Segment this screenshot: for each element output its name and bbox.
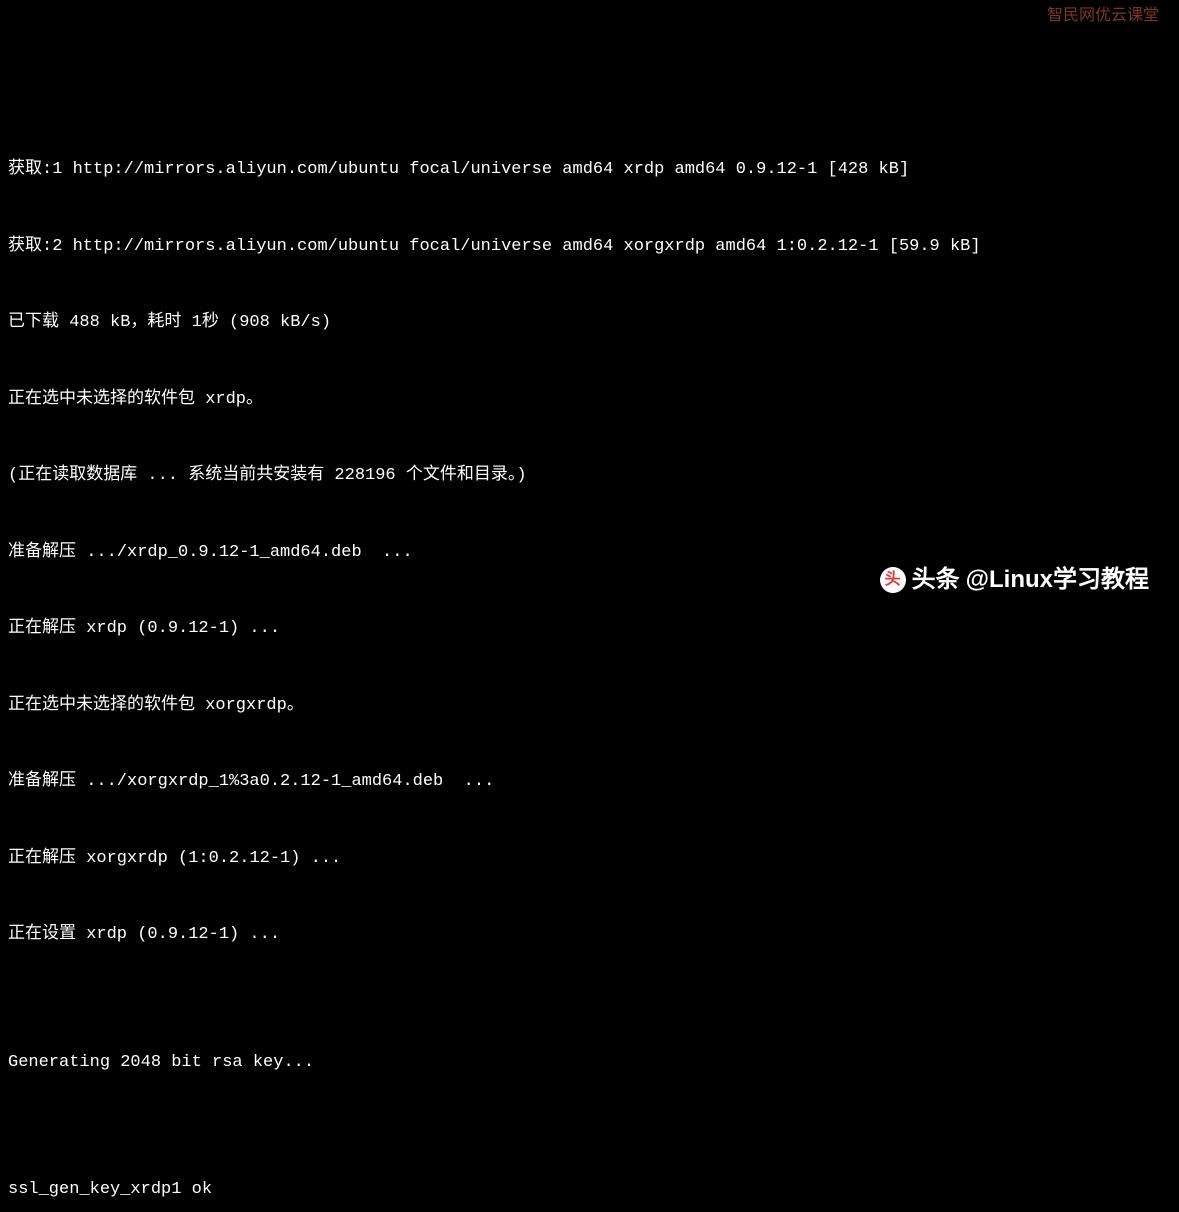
terminal-line: 准备解压 .../xorgxrdp_1%3a0.2.12-1_amd64.deb… (8, 769, 1171, 795)
watermark-handle: @Linux学习教程 (966, 562, 1149, 598)
terminal-output: 获取:1 http://mirrors.aliyun.com/ubuntu fo… (8, 106, 1171, 1212)
watermark-bottom: 头 头条 @Linux学习教程 (880, 562, 1149, 598)
terminal-line: 正在解压 xrdp (0.9.12-1) ... (8, 616, 1171, 642)
terminal-line: 正在设置 xrdp (0.9.12-1) ... (8, 922, 1171, 948)
terminal-line: 正在选中未选择的软件包 xorgxrdp。 (8, 693, 1171, 719)
watermark-prefix: 头条 (912, 562, 960, 598)
terminal-line: 正在选中未选择的软件包 xrdp。 (8, 387, 1171, 413)
terminal-line: 正在解压 xorgxrdp (1:0.2.12-1) ... (8, 846, 1171, 872)
terminal-line: ssl_gen_key_xrdp1 ok (8, 1177, 1171, 1203)
toutiao-icon: 头 (880, 567, 906, 593)
terminal-line: 获取:1 http://mirrors.aliyun.com/ubuntu fo… (8, 157, 1171, 183)
terminal-line: (正在读取数据库 ... 系统当前共安装有 228196 个文件和目录。) (8, 463, 1171, 489)
terminal-line: Generating 2048 bit rsa key... (8, 1050, 1171, 1076)
terminal-line: 已下载 488 kB，耗时 1秒 (908 kB/s) (8, 310, 1171, 336)
terminal-line: 获取:2 http://mirrors.aliyun.com/ubuntu fo… (8, 234, 1171, 260)
watermark-top: 智民网优云课堂 (1047, 4, 1159, 28)
